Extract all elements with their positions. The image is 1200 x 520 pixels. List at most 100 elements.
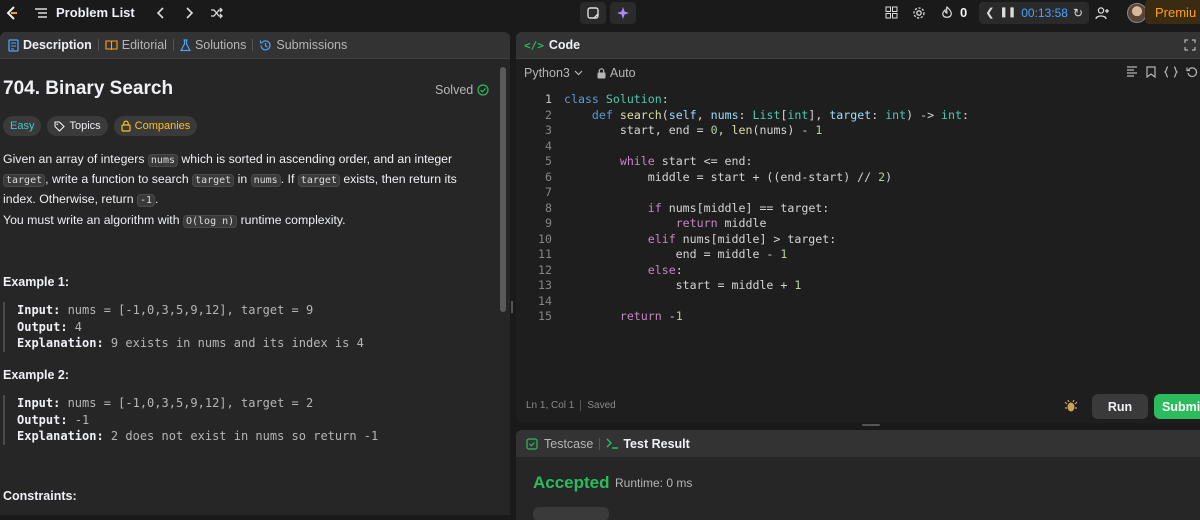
- tab-divider: [599, 437, 601, 450]
- check-circle-icon: [477, 84, 489, 96]
- code-icon: </>: [524, 38, 544, 52]
- timer-widget[interactable]: ❮ ❚❚ 00:13:58 ↻: [979, 1, 1089, 24]
- pause-icon[interactable]: ❚❚: [999, 7, 1016, 18]
- code-line: 7: [516, 185, 969, 201]
- chevron-right-icon[interactable]: [179, 3, 199, 23]
- case-tab[interactable]: [533, 507, 609, 520]
- checkbox-icon: [526, 437, 538, 450]
- code-line: 5 while start <= end:: [516, 154, 969, 170]
- sparkle-icon: [617, 6, 629, 19]
- premium-button[interactable]: Premiu: [1145, 0, 1200, 24]
- inline-code: -1: [136, 194, 156, 207]
- reset-icon[interactable]: [1186, 66, 1198, 78]
- line-number: 14: [538, 293, 552, 308]
- code-panel-title: Code: [548, 38, 581, 52]
- leetcode-logo-icon[interactable]: [4, 5, 20, 21]
- editor-tool-icons: [1126, 66, 1198, 78]
- expand-icon[interactable]: [1184, 39, 1196, 54]
- line-number: 11: [538, 247, 552, 261]
- code-line: 10 elif nums[middle] > target:: [516, 232, 969, 248]
- code-line: 15 return -1: [516, 309, 969, 325]
- tab-testcase[interactable]: Testcase: [544, 437, 593, 451]
- gear-icon[interactable]: [908, 2, 930, 24]
- description-tabs: Description Editorial Solutions Submissi…: [0, 32, 510, 59]
- flask-icon: [179, 38, 191, 51]
- topics-chip[interactable]: Topics: [47, 116, 108, 136]
- constraints-title: Constraints:: [3, 489, 77, 503]
- line-number: 15: [538, 309, 552, 323]
- inline-code: nums: [250, 174, 281, 187]
- line-number: 6: [545, 169, 552, 184]
- notes-button[interactable]: [580, 1, 606, 24]
- tag-icon: [54, 120, 66, 132]
- fire-icon[interactable]: [936, 2, 958, 24]
- line-number: 13: [538, 278, 552, 292]
- example-2-block: Input: nums = [-1,0,3,5,9,12], target = …: [3, 395, 483, 445]
- history-icon: [260, 39, 271, 50]
- line-number: 5: [545, 154, 552, 168]
- terminal-icon: [606, 438, 619, 449]
- bookmark-icon[interactable]: [1146, 66, 1156, 78]
- chevron-left-icon[interactable]: ❮: [985, 6, 994, 19]
- status-divider: [580, 400, 582, 411]
- example-1-block: Input: nums = [-1,0,3,5,9,12], target = …: [3, 302, 483, 352]
- result-status: Accepted: [533, 473, 610, 492]
- debug-icon[interactable]: [1064, 399, 1078, 418]
- reset-icon[interactable]: ↻: [1073, 6, 1083, 20]
- tab-editorial[interactable]: Editorial: [99, 32, 173, 58]
- line-number: 2: [545, 107, 552, 122]
- line-number: 12: [538, 262, 552, 277]
- code-editor[interactable]: 1 class Solution: 2 def search(self, nums…: [516, 92, 969, 325]
- code-line: 11 end = middle - 1: [516, 247, 969, 263]
- line-number: 4: [545, 138, 552, 153]
- problem-list-link[interactable]: Problem List: [56, 5, 135, 20]
- avatar[interactable]: [1127, 2, 1147, 23]
- problem-title[interactable]: 704. Binary Search: [3, 78, 173, 100]
- editor-status-bar: Ln 1, Col 1 Saved: [526, 400, 616, 411]
- inline-code: O(log n): [182, 215, 238, 228]
- line-number: 8: [545, 200, 552, 215]
- format-icon[interactable]: [1126, 66, 1138, 77]
- save-status: Saved: [587, 400, 616, 411]
- inline-code: target: [3, 174, 46, 187]
- tab-solutions[interactable]: Solutions: [174, 32, 252, 58]
- code-line: 8 if nums[middle] == target:: [516, 201, 969, 217]
- companies-chip[interactable]: Companies: [113, 116, 198, 136]
- list-icon: [34, 7, 48, 19]
- example-1-title: Example 1:: [3, 275, 70, 289]
- description-scrollbar[interactable]: [500, 67, 506, 312]
- run-button[interactable]: Run: [1092, 394, 1148, 419]
- layout-grid-icon[interactable]: [880, 2, 902, 24]
- shuffle-icon[interactable]: [207, 3, 227, 23]
- code-line: 1 class Solution:: [516, 92, 969, 108]
- submit-button[interactable]: Submi: [1154, 394, 1200, 419]
- tab-test-result[interactable]: Test Result: [606, 437, 690, 451]
- language-select[interactable]: Python3: [524, 66, 583, 80]
- code-line: 2 def search(self, nums: List[int], targ…: [516, 108, 969, 124]
- problem-description: Given an array of integers nums which is…: [3, 152, 457, 207]
- auto-mode-toggle[interactable]: Auto: [597, 66, 636, 80]
- braces-icon[interactable]: [1164, 66, 1178, 78]
- line-number: 1: [545, 92, 552, 106]
- code-panel: </> Code Python3 Auto 1 class Solution: 2…: [516, 32, 1200, 423]
- add-user-icon[interactable]: [1091, 2, 1113, 24]
- solved-status: Solved: [435, 83, 489, 97]
- note-icon: [587, 6, 599, 19]
- complexity-note: You must write an algorithm with O(log n…: [3, 213, 346, 228]
- code-line: 12 else:: [516, 263, 969, 279]
- document-icon: [8, 38, 19, 52]
- tab-submissions[interactable]: Submissions: [253, 32, 353, 58]
- code-line: 3 start, end = 0, len(nums) - 1: [516, 123, 969, 139]
- ai-assist-button[interactable]: [610, 1, 636, 24]
- lock-icon: [121, 120, 131, 132]
- code-line: 14: [516, 294, 969, 310]
- panel-resize-handle[interactable]: [510, 300, 514, 313]
- chevron-left-icon[interactable]: [151, 3, 171, 23]
- code-line: 9 return middle: [516, 216, 969, 232]
- line-number: 3: [545, 123, 552, 137]
- tab-description[interactable]: Description: [2, 32, 98, 58]
- timer-value: 00:13:58: [1021, 5, 1068, 20]
- vertical-resize-handle[interactable]: [862, 424, 880, 426]
- problem-tags: Easy Topics Companies: [3, 116, 198, 136]
- chevron-down-icon: [574, 70, 583, 76]
